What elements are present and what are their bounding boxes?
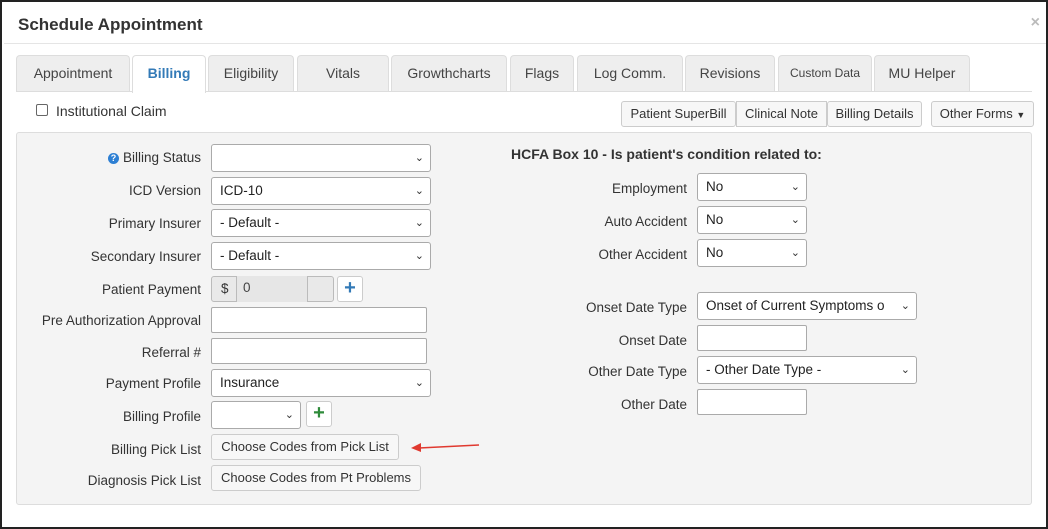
employment-label: Employment [611,181,687,196]
auto-accident-value: No [706,212,724,227]
primary-insurer-label: Primary Insurer [108,216,201,231]
payment-profile-value: Insurance [220,375,280,390]
currency-symbol: $ [221,281,229,296]
icd-version-select[interactable]: ICD-10 ⌄ [211,177,431,205]
patient-superbill-button[interactable]: Patient SuperBill [621,101,736,127]
chevron-down-icon: ⌄ [900,364,910,376]
annotation-arrow-icon [411,443,480,452]
tab-revisions[interactable]: Revisions [685,55,775,91]
tab-mu-helper[interactable]: MU Helper [874,55,970,91]
billing-status-select[interactable]: ⌄ [211,144,431,172]
onset-date-input[interactable] [697,325,807,351]
onset-date-type-value: Onset of Current Symptoms o [706,298,885,313]
secondary-insurer-value: - Default - [220,248,280,263]
chevron-down-icon: ⌄ [414,250,424,262]
chevron-down-icon: ⌄ [790,181,800,193]
other-date-input[interactable] [697,389,807,415]
payment-profile-label: Payment Profile [105,376,201,391]
billing-details-button[interactable]: Billing Details [827,101,922,127]
institutional-claim-label: Institutional Claim [56,103,167,119]
patient-payment-group: $ 0 [211,276,334,302]
pre-auth-label: Pre Authorization Approval [41,313,201,328]
primary-insurer-select[interactable]: - Default - ⌄ [211,209,431,237]
onset-date-type-label: Onset Date Type [585,300,687,315]
other-forms-label: Other Forms [939,106,1013,121]
secondary-insurer-label: Secondary Insurer [90,249,201,264]
choose-codes-pick-list-button[interactable]: Choose Codes from Pick List [211,434,399,460]
chevron-down-icon: ⌄ [414,217,424,229]
chevron-down-icon: ⌄ [790,214,800,226]
chevron-down-icon: ⌄ [414,152,424,164]
chevron-down-icon: ⌄ [898,293,910,319]
other-date-type-select[interactable]: - Other Date Type - ⌄ [697,356,917,384]
tab-bar: Appointment Billing Eligibility Vitals G… [16,55,1032,93]
onset-date-label: Onset Date [618,333,687,348]
billing-profile-label: Billing Profile [122,409,201,424]
icd-version-value: ICD-10 [220,183,263,198]
chevron-down-icon: ⌄ [790,247,800,259]
tab-vitals[interactable]: Vitals [297,55,389,91]
chevron-down-icon: ⌄ [414,377,424,389]
pre-auth-input[interactable] [211,307,427,333]
chevron-down-icon: ⌄ [284,409,294,421]
other-accident-select[interactable]: No ⌄ [697,239,807,267]
payment-profile-select[interactable]: Insurance ⌄ [211,369,431,397]
primary-insurer-value: - Default - [220,215,280,230]
dialog-header: Schedule Appointment × [4,4,1046,44]
tab-eligibility[interactable]: Eligibility [208,55,294,91]
tab-growthcharts[interactable]: Growthcharts [391,55,507,91]
other-forms-dropdown[interactable]: Other Forms ▼ [931,101,1034,127]
tab-flags[interactable]: Flags [510,55,574,91]
help-icon[interactable]: ? [107,153,119,164]
diagnosis-pick-list-label: Diagnosis Pick List [87,473,201,488]
referral-label: Referral # [141,345,201,360]
tab-log-comm[interactable]: Log Comm. [577,55,683,91]
secondary-insurer-select[interactable]: - Default - ⌄ [211,242,431,270]
patient-payment-input[interactable]: 0 [236,276,308,302]
icd-version-label: ICD Version [128,183,201,198]
other-date-type-label: Other Date Type [588,364,687,379]
add-billing-profile-button[interactable]: + [306,401,332,427]
choose-codes-pt-problems-button[interactable]: Choose Codes from Pt Problems [211,465,421,491]
patient-payment-label: Patient Payment [101,282,201,297]
hcfa-heading: HCFA Box 10 - Is patient's condition rel… [511,146,822,162]
billing-pick-list-label: Billing Pick List [110,442,201,457]
billing-status-label: ? Billing Status [107,150,201,165]
add-payment-button[interactable]: + [337,276,363,302]
employment-value: No [706,179,724,194]
billing-profile-select[interactable]: ⌄ [211,401,301,429]
tab-appointment[interactable]: Appointment [16,55,130,91]
onset-date-type-select[interactable]: Onset of Current Symptoms o ⌄ [697,292,917,320]
other-date-type-value: - Other Date Type - [706,362,822,377]
other-accident-label: Other Accident [598,247,687,262]
tab-custom-data[interactable]: Custom Data [778,55,872,91]
clinical-note-button[interactable]: Clinical Note [736,101,827,127]
caret-down-icon: ▼ [1016,110,1026,120]
chevron-down-icon: ⌄ [414,185,424,197]
institutional-claim-checkbox[interactable] [36,104,48,116]
auto-accident-label: Auto Accident [604,214,687,229]
other-accident-value: No [706,245,724,260]
dialog-title: Schedule Appointment [18,15,203,34]
close-icon[interactable]: × [1031,14,1040,32]
referral-input[interactable] [211,338,427,364]
employment-select[interactable]: No ⌄ [697,173,807,201]
tab-billing[interactable]: Billing [132,55,206,93]
other-date-label: Other Date [620,397,687,412]
auto-accident-select[interactable]: No ⌄ [697,206,807,234]
